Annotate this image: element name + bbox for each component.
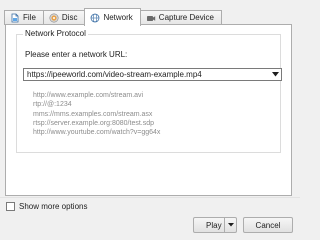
cancel-button[interactable]: Cancel [243,217,293,233]
url-prompt-label: Please enter a network URL: [25,50,128,59]
capture-device-icon [146,13,156,23]
tab-file[interactable]: File [4,10,44,25]
network-url-combobox[interactable]: https://ipeeworld.com/video-stream-examp… [23,68,282,81]
tab-capture-device[interactable]: Capture Device [139,10,222,25]
url-example: mms://mms.examples.com/stream.asx [33,110,153,118]
url-example: http://www.yourtube.com/watch?v=gg64x [33,129,161,137]
network-url-input[interactable]: https://ipeeworld.com/video-stream-examp… [24,70,269,79]
show-more-options[interactable]: Show more options [6,202,87,211]
play-button-label: Play [206,220,222,230]
group-title: Network Protocol [23,29,88,38]
network-protocol-group: Network Protocol Please enter a network … [16,29,282,153]
cancel-button-label: Cancel [255,220,281,230]
network-icon [90,13,100,23]
url-example: http://www.example.com/stream.avi [33,92,144,99]
url-examples-list: http://www.example.com/stream.avi rtp://… [33,91,160,137]
play-menu-arrow[interactable] [224,218,236,232]
url-example: rtsp://server.example.org:8080/test.sdp [33,119,155,127]
url-example: rtp://@:1234 [33,101,72,109]
tab-disc[interactable]: Disc [42,10,86,25]
show-more-label: Show more options [19,202,88,211]
tab-bar: File Disc Network Capture Device [4,8,222,26]
chevron-down-icon [227,223,234,227]
footer-divider [0,197,300,198]
tab-file-label: File [23,13,36,22]
tab-disc-label: Disc [61,13,78,22]
open-media-dialog: File Disc Network Capture Device Network… [0,0,300,239]
tab-capture-device-label: Capture Device [158,13,214,22]
network-tab-pane: Network Protocol Please enter a network … [5,24,292,196]
show-more-checkbox[interactable] [6,202,15,211]
play-button[interactable]: Play [193,217,237,233]
file-icon [10,13,20,23]
tab-network-label: Network [103,12,133,22]
tab-network[interactable]: Network [84,8,141,26]
chevron-down-icon[interactable] [269,69,281,80]
disc-icon [49,13,59,23]
